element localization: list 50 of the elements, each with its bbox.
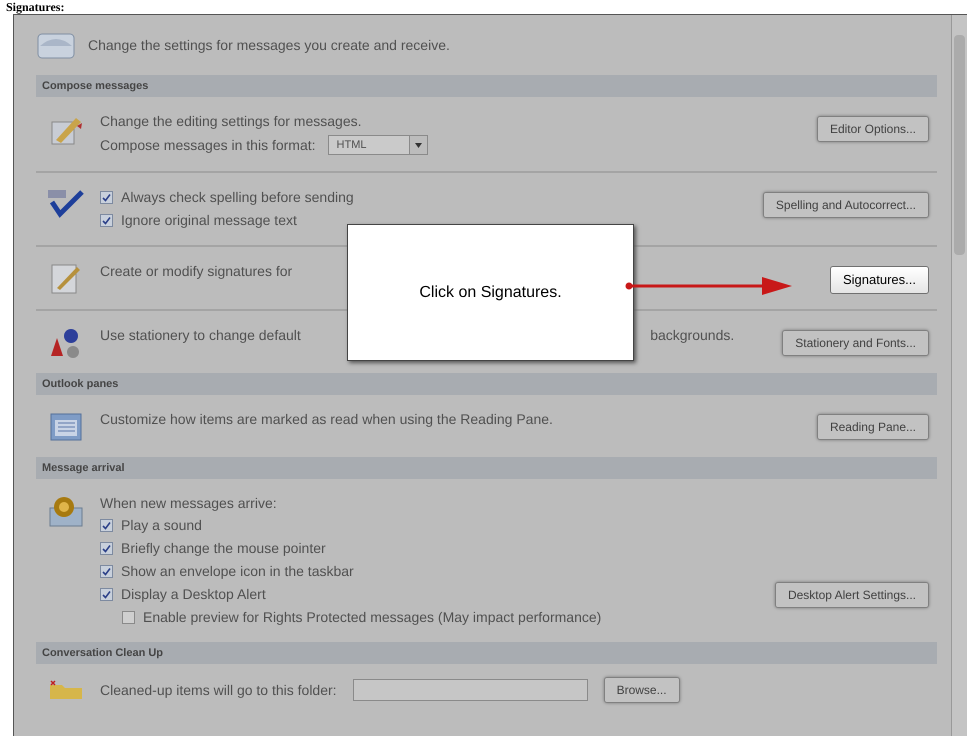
option-text: Change the editing settings for messages.	[100, 112, 362, 131]
signature-icon	[49, 262, 83, 296]
dialog-button[interactable]: Spelling and Autocorrect...	[762, 192, 929, 218]
checkbox-label: Show an envelope icon in the taskbar	[121, 562, 354, 581]
option-text: When new messages arrive:	[100, 494, 277, 513]
option-text: Use stationery to change default	[100, 326, 301, 345]
field-label: Cleaned-up items will go to this folder:	[100, 680, 337, 700]
section-header: Compose messages	[36, 75, 937, 97]
intro-text: Change the settings for messages you create and receive.	[88, 36, 450, 55]
checkbox[interactable]	[100, 565, 113, 578]
dialog-button[interactable]: Browse...	[604, 677, 680, 703]
dialog-button[interactable]: Reading Pane...	[816, 414, 929, 440]
option-text: Customize how items are marked as read when using the Reading Pane.	[100, 410, 553, 429]
checkbox-label: Always check spelling before sending	[121, 188, 354, 207]
callout-text: Click on Signatures.	[419, 282, 562, 302]
field-label: Compose messages in this format:	[100, 136, 316, 155]
format-dropdown[interactable]: HTML	[328, 135, 428, 155]
checkbox-label: Enable preview for Rights Protected messages (May impact performance)	[143, 608, 602, 627]
checkmark-icon	[102, 216, 111, 225]
checkbox[interactable]	[100, 588, 113, 601]
checkbox[interactable]	[100, 214, 113, 227]
option-text: backgrounds.	[650, 326, 734, 345]
checkmark-icon	[102, 590, 111, 599]
checkbox[interactable]	[122, 611, 135, 624]
checkbox[interactable]	[100, 542, 113, 555]
section-header: Message arrival	[36, 457, 937, 479]
checkmark-icon	[102, 567, 111, 576]
folder-field[interactable]	[352, 679, 588, 701]
dialog-button[interactable]: Stationery and Fonts...	[782, 330, 929, 356]
dropdown-arrow-icon	[414, 142, 422, 148]
checkbox[interactable]	[100, 191, 113, 204]
envelope-alert-icon	[48, 494, 84, 528]
scrollbar[interactable]	[951, 15, 967, 736]
option-text: Create or modify signatures for	[100, 262, 292, 281]
checkmark-icon	[102, 544, 111, 553]
spell-check-icon	[46, 188, 86, 218]
checkbox-label: Play a sound	[121, 516, 202, 535]
checkbox-label: Ignore original message text	[121, 211, 297, 230]
dialog-button[interactable]: Signatures...	[830, 266, 929, 294]
checkbox[interactable]	[100, 519, 113, 532]
folder-icon	[48, 679, 84, 699]
section-header: Outlook panes	[36, 373, 937, 395]
dialog-button[interactable]: Editor Options...	[816, 116, 929, 142]
checkmark-icon	[102, 521, 111, 530]
section-header: Conversation Clean Up	[36, 642, 937, 664]
checkbox-label: Display a Desktop Alert	[121, 585, 266, 604]
dialog-button[interactable]: Desktop Alert Settings...	[774, 582, 929, 608]
checkmark-icon	[102, 193, 111, 202]
page-heading: Signatures:	[6, 0, 64, 14]
checkbox-label: Briefly change the mouse pointer	[121, 539, 326, 558]
